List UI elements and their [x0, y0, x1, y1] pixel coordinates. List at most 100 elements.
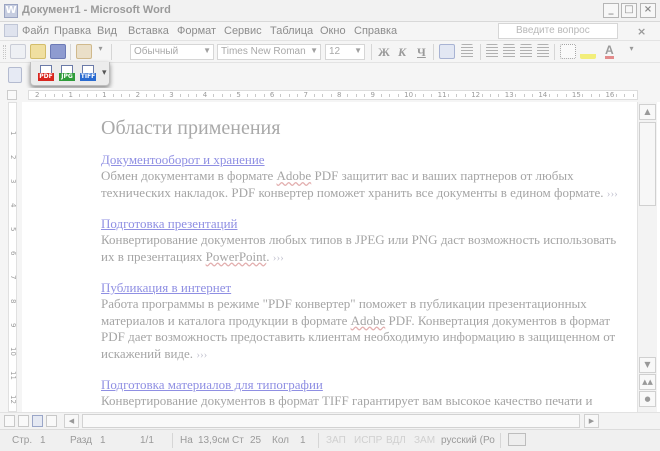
section-body[interactable]: Обмен документами в формате Adobe PDF за…	[101, 168, 629, 202]
horizontal-scrollbar-thumb[interactable]	[82, 414, 580, 428]
toolbar-options-icon[interactable]: ▾	[627, 44, 636, 59]
borders-icon[interactable]	[560, 44, 576, 59]
ruler-tick	[490, 94, 491, 97]
menu-window[interactable]: Окно	[320, 25, 346, 37]
section-title-link[interactable]: Подготовка презентаций	[101, 216, 629, 232]
open-folder-icon[interactable]	[30, 44, 46, 59]
ruler-tick	[590, 94, 592, 97]
status-language[interactable]: русский (Ро	[441, 435, 495, 446]
previous-page-icon[interactable]: ▲▲	[639, 374, 656, 390]
more-marker: ›››	[196, 348, 208, 361]
word-app-icon[interactable]: W	[4, 4, 18, 18]
menu-format[interactable]: Формат	[177, 25, 216, 37]
horizontal-ruler[interactable]: 2 1 1 2 3 4 5 6 7 8 9 10 11 12 13 14 15 16	[0, 88, 660, 102]
close-document-icon[interactable]: ×	[637, 25, 646, 38]
vertical-ruler[interactable]: 1 2 3 4 5 6 7 8 9 10 11 12	[0, 102, 22, 412]
maximize-button[interactable]: □	[621, 3, 637, 18]
ruler-number: 13	[504, 91, 514, 99]
ruler-tick	[624, 94, 626, 97]
save-icon[interactable]	[50, 44, 66, 59]
menu-table[interactable]: Таблица	[270, 25, 313, 37]
new-document-icon[interactable]	[10, 44, 26, 59]
status-page-label: Стр.	[12, 435, 33, 446]
toolbar-options-icon[interactable]: ▾	[96, 44, 105, 59]
normal-view-icon[interactable]	[4, 415, 15, 427]
status-track-changes[interactable]: ИСПР	[354, 435, 382, 446]
toolbar-grip[interactable]	[3, 45, 6, 59]
document-page[interactable]: Области применения Документооборот и хра…	[22, 102, 637, 412]
bullet-list-icon[interactable]	[503, 44, 515, 59]
convert-to-tiff-icon[interactable]: TIFF	[80, 65, 96, 82]
numbered-list-icon[interactable]	[486, 44, 498, 59]
document-menu-icon[interactable]	[4, 24, 18, 37]
help-search-input[interactable]: Введите вопрос	[498, 23, 618, 39]
scrollbar-thumb[interactable]	[639, 122, 656, 206]
section-title-link[interactable]: Подготовка материалов для типографии	[101, 377, 629, 393]
chevron-down-icon: ▼	[203, 46, 211, 55]
format-painter-icon[interactable]	[76, 44, 92, 59]
toolbar-more-icon[interactable]: ▾	[102, 68, 107, 78]
document-body[interactable]: Области применения Документооборот и хра…	[101, 117, 629, 412]
ruler-tick	[95, 94, 97, 97]
style-select[interactable]: Обычный ▼	[130, 44, 214, 60]
section-title-link[interactable]: Публикация в интернет	[101, 280, 629, 296]
section-body[interactable]: Конвертирование документов любых типов в…	[101, 232, 629, 266]
bold-button[interactable]: Ж	[378, 45, 390, 60]
decrease-indent-icon[interactable]	[520, 44, 532, 59]
underline-button[interactable]: Ч	[417, 45, 426, 60]
document-map-icon[interactable]	[8, 67, 22, 83]
section-title-link[interactable]: Документооборот и хранение	[101, 152, 629, 168]
spelling-check-icon[interactable]	[508, 433, 526, 446]
status-extend-selection[interactable]: ВДЛ	[386, 435, 406, 446]
close-button[interactable]: ×	[640, 3, 656, 18]
font-color-button[interactable]: A	[605, 44, 614, 59]
pdf-converter-toolbar: PDF JPG TIFF ▾	[30, 62, 110, 86]
minimize-button[interactable]: _	[603, 3, 619, 18]
convert-to-pdf-icon[interactable]: PDF	[38, 65, 54, 82]
font-size-select[interactable]: 12 ▼	[325, 44, 365, 60]
document-heading[interactable]: Области применения	[101, 117, 629, 140]
menu-file[interactable]: Файл	[22, 25, 49, 37]
ruler-number: 1	[102, 91, 107, 99]
align-center-icon[interactable]	[461, 44, 473, 59]
print-layout-icon[interactable]	[32, 415, 43, 427]
formatting-toolbar: ▾ Обычный ▼ Times New Roman ▼ 12 ▼ Ж К Ч…	[0, 40, 660, 62]
scroll-left-icon[interactable]: ◀	[64, 414, 79, 428]
browse-object-icon[interactable]: ●	[639, 391, 656, 407]
ruler-tick	[78, 94, 80, 97]
increase-indent-icon[interactable]	[537, 44, 549, 59]
ruler-tick	[464, 94, 466, 97]
scroll-down-icon[interactable]: ▼	[639, 357, 656, 373]
status-record-macro[interactable]: ЗАП	[326, 435, 346, 446]
vertical-ruler-number: 12	[9, 395, 17, 404]
italic-button[interactable]: К	[398, 45, 406, 60]
chevron-down-icon: ▼	[354, 46, 362, 55]
scroll-up-icon[interactable]: ▲	[639, 104, 656, 120]
convert-to-jpg-icon[interactable]: JPG	[59, 65, 75, 82]
outline-view-icon[interactable]	[46, 415, 57, 427]
menu-insert[interactable]: Вставка	[128, 25, 169, 37]
ruler-number: 8	[337, 91, 342, 99]
tab-selector-icon[interactable]	[7, 90, 17, 100]
status-overtype[interactable]: ЗАМ	[414, 435, 435, 446]
highlight-icon[interactable]	[580, 44, 596, 59]
horizontal-scrollbar[interactable]: ◀ ▶	[0, 412, 660, 429]
section-body[interactable]: Конвертирование документов в формат TIFF…	[101, 393, 629, 410]
menu-tools[interactable]: Сервис	[224, 25, 262, 37]
menu-edit[interactable]: Правка	[54, 25, 91, 37]
font-select[interactable]: Times New Roman ▼	[217, 44, 321, 60]
ruler-scale[interactable]: 2 1 1 2 3 4 5 6 7 8 9 10 11 12 13 14 15 16	[28, 90, 638, 100]
align-left-icon[interactable]	[439, 44, 455, 59]
menu-help[interactable]: Справка	[354, 25, 397, 37]
vertical-scrollbar[interactable]: ▲ ▼ ▲▲ ●	[637, 102, 657, 412]
vertical-ruler-scale[interactable]: 1 2 3 4 5 6 7 8 9 10 11 12	[8, 102, 17, 412]
ruler-tick	[498, 94, 500, 97]
menu-view[interactable]: Вид	[97, 25, 117, 37]
ruler-tick	[162, 94, 164, 97]
ruler-tick	[297, 94, 299, 97]
web-layout-icon[interactable]	[18, 415, 29, 427]
section-body[interactable]: Работа программы в режиме "PDF конвертер…	[101, 296, 629, 363]
status-line-number: 25	[250, 435, 262, 446]
ruler-tick	[255, 94, 257, 97]
scroll-right-icon[interactable]: ▶	[584, 414, 599, 428]
